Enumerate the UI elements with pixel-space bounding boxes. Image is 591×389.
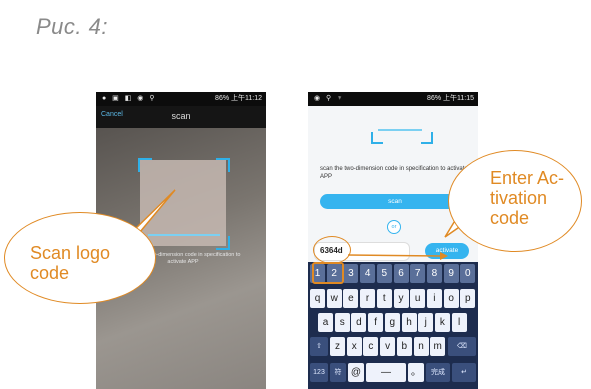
callout-text-right: Enter Ac-tivation code [490, 168, 565, 228]
arrow-head [440, 252, 448, 260]
callout-text-left: Scan logo code [30, 243, 111, 283]
arrow-line [347, 254, 441, 257]
